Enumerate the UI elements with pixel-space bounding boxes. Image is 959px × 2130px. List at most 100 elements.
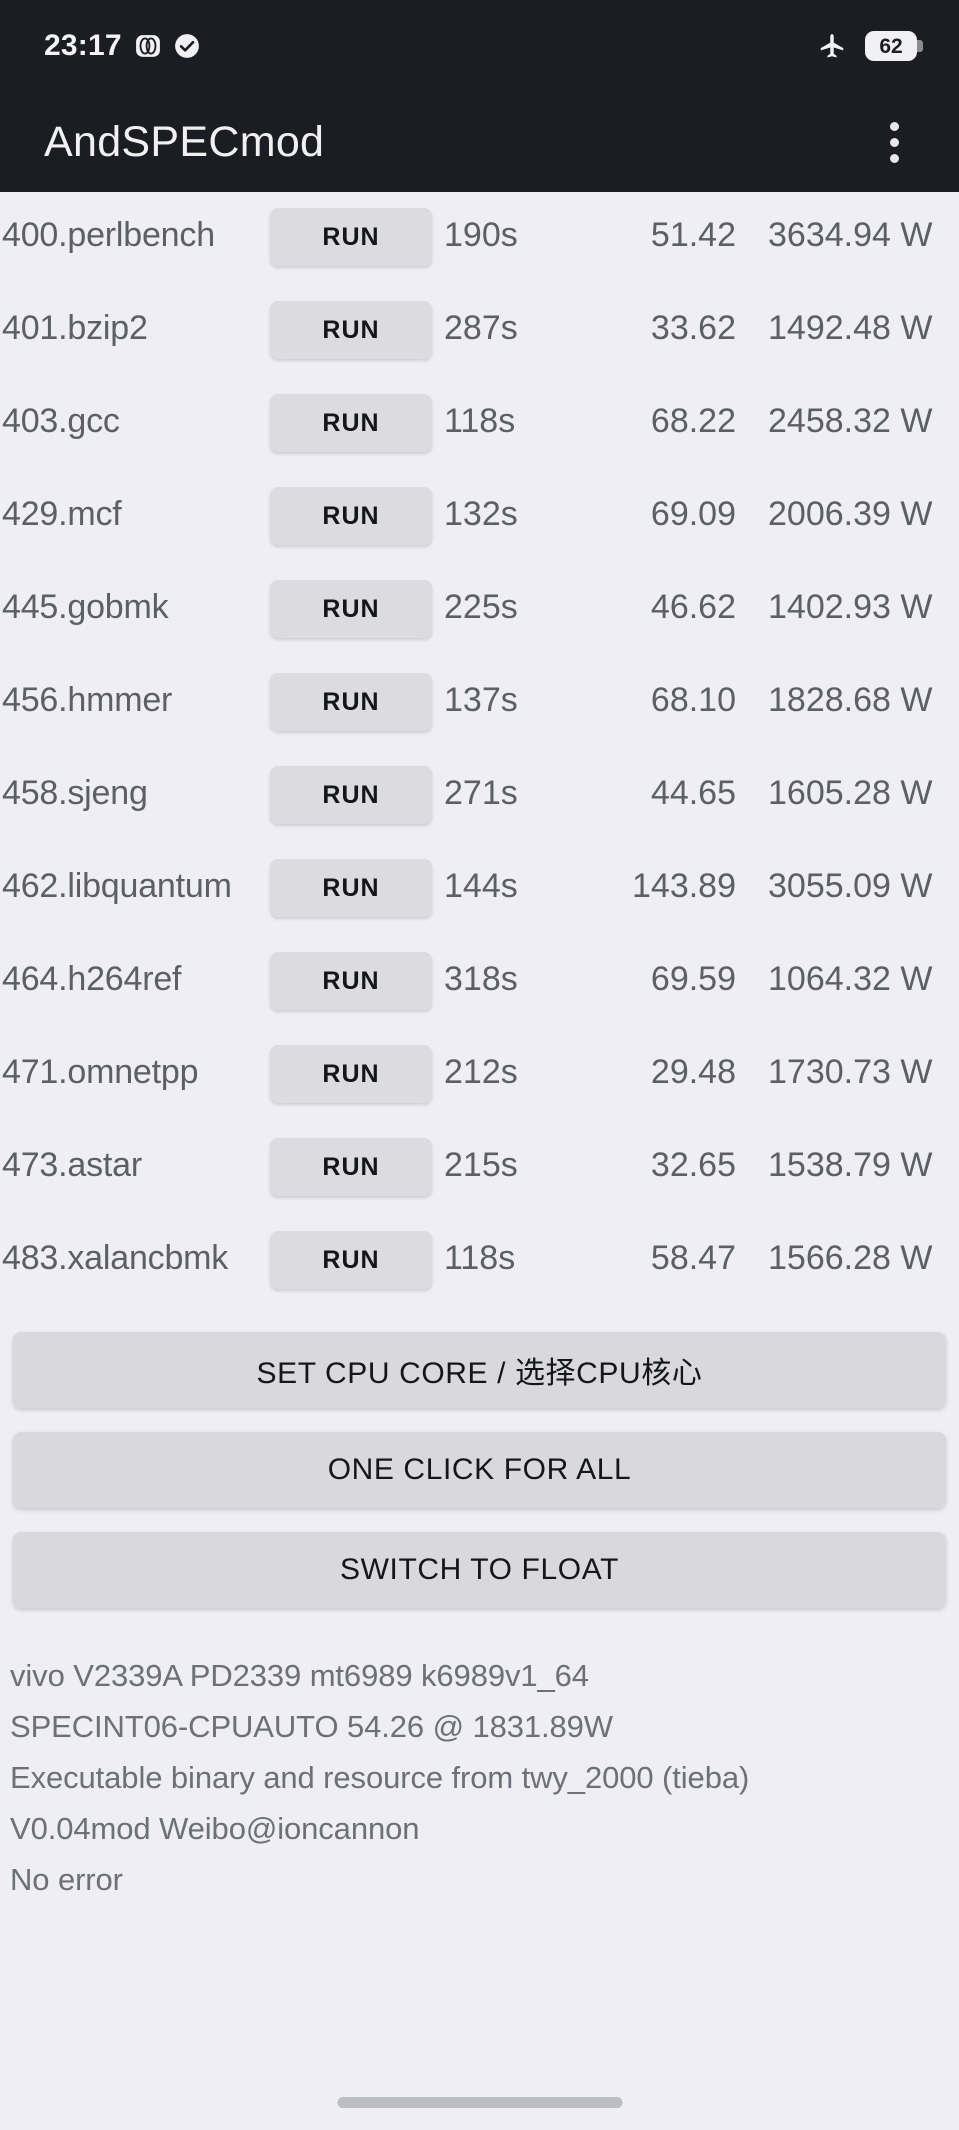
run-button[interactable]: RUN bbox=[270, 673, 432, 731]
benchmark-score: 33.62 bbox=[650, 309, 736, 347]
table-row: 401.bzip2 RUN 287s 33.62 1492.48 W bbox=[0, 295, 959, 388]
table-row: 473.astar RUN 215s 32.65 1538.79 W bbox=[0, 1132, 959, 1225]
table-row: 471.omnetpp RUN 212s 29.48 1730.73 W bbox=[0, 1039, 959, 1132]
credits-line: Executable binary and resource from twy_… bbox=[10, 1760, 750, 1795]
table-row: 462.libquantum RUN 144s 143.89 3055.09 W bbox=[0, 853, 959, 946]
table-row: 458.sjeng RUN 271s 44.65 1605.28 W bbox=[0, 760, 959, 853]
benchmark-score: 44.65 bbox=[650, 774, 736, 812]
benchmark-power: 1730.73 W bbox=[768, 1053, 933, 1091]
benchmark-score: 69.09 bbox=[650, 495, 736, 533]
table-row: 400.perlbench RUN 190s 51.42 3634.94 W bbox=[0, 202, 959, 295]
benchmark-score: 46.62 bbox=[650, 588, 736, 626]
benchmark-name: 429.mcf bbox=[2, 495, 122, 533]
benchmark-time: 137s bbox=[444, 681, 518, 719]
run-cell: RUN bbox=[270, 295, 432, 359]
benchmark-time: 144s bbox=[444, 867, 518, 905]
benchmark-power: 1566.28 W bbox=[768, 1239, 933, 1277]
run-cell: RUN bbox=[270, 760, 432, 824]
main-content: 400.perlbench RUN 190s 51.42 3634.94 W 401.bz… bbox=[0, 192, 959, 2130]
run-button[interactable]: RUN bbox=[270, 952, 432, 1010]
benchmark-score: 143.89 bbox=[632, 867, 736, 905]
status-bar: 23:17 62 bbox=[0, 0, 959, 92]
benchmark-name: 456.hmmer bbox=[2, 681, 173, 719]
benchmark-time: 118s bbox=[444, 402, 516, 440]
benchmark-name: 462.libquantum bbox=[2, 867, 232, 905]
benchmark-power: 1605.28 W bbox=[768, 774, 933, 812]
run-cell: RUN bbox=[270, 481, 432, 545]
gesture-navigation-bar[interactable] bbox=[337, 2097, 622, 2108]
benchmark-name: 401.bzip2 bbox=[2, 309, 148, 347]
run-cell: RUN bbox=[270, 667, 432, 731]
run-cell: RUN bbox=[270, 1225, 432, 1289]
run-button[interactable]: RUN bbox=[270, 487, 432, 545]
table-row: 483.xalancbmk RUN 118s 58.47 1566.28 W bbox=[0, 1225, 959, 1318]
benchmark-table: 400.perlbench RUN 190s 51.42 3634.94 W 401.bz… bbox=[0, 192, 959, 1318]
benchmark-time: 225s bbox=[444, 588, 518, 626]
page-title: AndSPECmod bbox=[44, 117, 325, 166]
run-button[interactable]: RUN bbox=[270, 1231, 432, 1289]
overflow-menu-icon[interactable] bbox=[878, 112, 911, 173]
benchmark-time: 318s bbox=[444, 960, 518, 998]
airplane-mode-icon bbox=[817, 31, 847, 61]
benchmark-power: 1828.68 W bbox=[768, 681, 933, 719]
run-button[interactable]: RUN bbox=[270, 301, 432, 359]
run-button[interactable]: RUN bbox=[270, 859, 432, 917]
benchmark-power: 1064.32 W bbox=[768, 960, 933, 998]
battery-indicator: 62 bbox=[865, 31, 923, 61]
benchmark-time: 287s bbox=[444, 309, 518, 347]
device-info-line: vivo V2339A PD2339 mt6989 k6989v1_64 bbox=[10, 1658, 589, 1693]
benchmark-name: 471.omnetpp bbox=[2, 1053, 199, 1091]
device-info-panel: vivo V2339A PD2339 mt6989 k6989v1_64 SPE… bbox=[0, 1632, 959, 1905]
benchmark-score: 69.59 bbox=[650, 960, 736, 998]
switch-to-float-button[interactable]: SWITCH TO FLOAT bbox=[13, 1532, 946, 1608]
run-cell: RUN bbox=[270, 202, 432, 266]
dual-sim-icon bbox=[135, 33, 161, 59]
benchmark-name: 464.h264ref bbox=[2, 960, 182, 998]
run-cell: RUN bbox=[270, 388, 432, 452]
run-button[interactable]: RUN bbox=[270, 208, 432, 266]
action-button-group: SET CPU CORE / 选择CPU核心 ONE CLICK FOR ALL… bbox=[0, 1318, 959, 1608]
run-button[interactable]: RUN bbox=[270, 1138, 432, 1196]
benchmark-score: 68.22 bbox=[650, 402, 736, 440]
battery-level: 62 bbox=[879, 34, 903, 58]
check-circle-icon bbox=[174, 33, 200, 59]
status-clock: 23:17 bbox=[44, 29, 122, 62]
overflow-dot bbox=[890, 153, 899, 163]
benchmark-power: 1538.79 W bbox=[768, 1146, 933, 1184]
set-cpu-core-button[interactable]: SET CPU CORE / 选择CPU核心 bbox=[13, 1332, 946, 1408]
benchmark-score: 51.42 bbox=[650, 216, 736, 254]
benchmark-power: 1492.48 W bbox=[768, 309, 933, 347]
benchmark-score: 32.65 bbox=[650, 1146, 736, 1184]
benchmark-score: 58.47 bbox=[650, 1239, 736, 1277]
benchmark-score: 29.48 bbox=[650, 1053, 736, 1091]
run-button[interactable]: RUN bbox=[270, 394, 432, 452]
table-row: 403.gcc RUN 118s 68.22 2458.32 W bbox=[0, 388, 959, 481]
benchmark-power: 1402.93 W bbox=[768, 588, 933, 626]
benchmark-name: 483.xalancbmk bbox=[2, 1239, 229, 1277]
run-button[interactable]: RUN bbox=[270, 580, 432, 638]
run-button[interactable]: RUN bbox=[270, 766, 432, 824]
benchmark-time: 132s bbox=[444, 495, 518, 533]
version-line: V0.04mod Weibo@ioncannon bbox=[10, 1811, 420, 1846]
benchmark-name: 403.gcc bbox=[2, 402, 120, 440]
status-bar-right: 62 bbox=[817, 31, 923, 61]
run-button[interactable]: RUN bbox=[270, 1045, 432, 1103]
table-row: 456.hmmer RUN 137s 68.10 1828.68 W bbox=[0, 667, 959, 760]
run-cell: RUN bbox=[270, 1039, 432, 1103]
benchmark-time: 190s bbox=[444, 216, 518, 254]
one-click-for-all-button[interactable]: ONE CLICK FOR ALL bbox=[13, 1432, 946, 1508]
status-bar-left: 23:17 bbox=[44, 31, 200, 61]
benchmark-power: 2006.39 W bbox=[768, 495, 933, 533]
benchmark-time: 118s bbox=[444, 1239, 516, 1277]
run-cell: RUN bbox=[270, 946, 432, 1010]
app-root: 23:17 62 AndSPECmod 400.perlbench RUN 19… bbox=[0, 0, 959, 2130]
table-row: 429.mcf RUN 132s 69.09 2006.39 W bbox=[0, 481, 959, 574]
run-cell: RUN bbox=[270, 853, 432, 917]
benchmark-power: 3055.09 W bbox=[768, 867, 933, 905]
overflow-dot bbox=[890, 137, 899, 147]
run-cell: RUN bbox=[270, 574, 432, 638]
status-line: No error bbox=[10, 1862, 123, 1897]
benchmark-time: 215s bbox=[444, 1146, 518, 1184]
benchmark-name: 400.perlbench bbox=[2, 216, 215, 254]
benchmark-name: 458.sjeng bbox=[2, 774, 148, 812]
